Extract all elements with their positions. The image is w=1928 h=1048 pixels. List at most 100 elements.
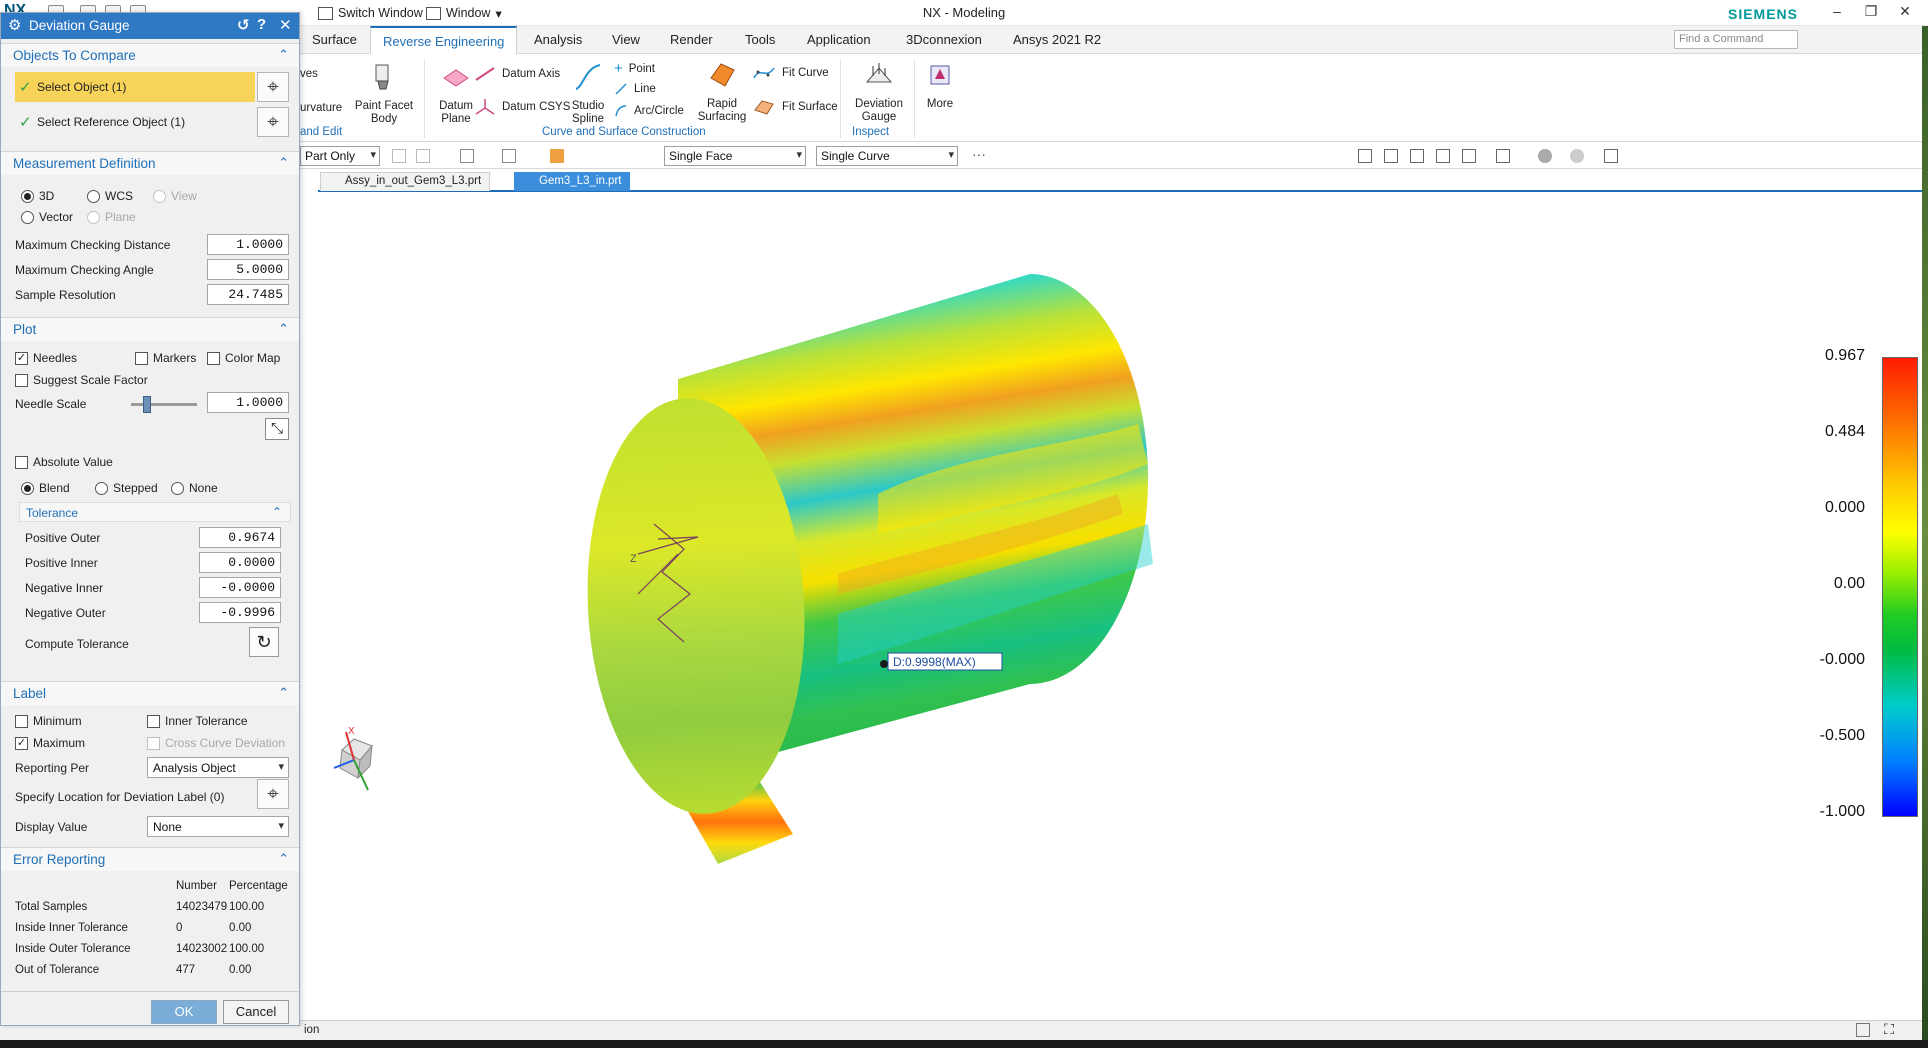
crosshair-icon[interactable]: ⌖ xyxy=(257,107,289,137)
curve-rule-dropdown[interactable]: Single Curve xyxy=(816,146,958,166)
find-command-input[interactable]: Find a Command xyxy=(1674,30,1798,49)
lighting-icon[interactable] xyxy=(1570,149,1584,163)
selection-status-icon[interactable] xyxy=(1856,1023,1870,1037)
shading-icon[interactable] xyxy=(1538,149,1552,163)
section-plot[interactable]: Plot ⌃ xyxy=(1,317,299,341)
close-icon[interactable]: ✕ xyxy=(1890,3,1920,23)
slider-thumb[interactable] xyxy=(142,396,151,413)
select-object-label-box[interactable]: Select Object (1) xyxy=(15,72,255,102)
rapid-surfacing-button[interactable]: Rapid Surfacing xyxy=(694,60,750,124)
display-value-dropdown[interactable]: None xyxy=(147,816,289,837)
select-reference-row[interactable]: Select Reference Object (1) ✓ ⌖ xyxy=(15,107,289,137)
tab-reverse-engineering[interactable]: Reverse Engineering xyxy=(370,26,518,54)
layer-icon[interactable] xyxy=(1604,149,1618,163)
window-menu-button[interactable]: Window ▾ xyxy=(426,3,502,23)
point-button[interactable]: + Point xyxy=(614,60,655,77)
minimum-checkbox[interactable] xyxy=(15,715,28,728)
fit-view-icon[interactable] xyxy=(1358,149,1372,163)
select-filter-icon[interactable] xyxy=(392,149,406,163)
minimize-icon[interactable]: – xyxy=(1822,3,1852,23)
negative-outer-input[interactable]: -0.9996 xyxy=(199,602,281,623)
deviation-gauge-button[interactable]: Deviation Gauge xyxy=(850,60,908,124)
section-measurement-definition[interactable]: Measurement Definition ⌃ xyxy=(1,151,299,175)
radio-blend[interactable] xyxy=(21,482,34,495)
section-objects-to-compare[interactable]: Objects To Compare ⌃ xyxy=(1,43,299,67)
absolute-value-checkbox[interactable] xyxy=(15,456,28,469)
suggest-scale-checkbox[interactable] xyxy=(15,374,28,387)
select-tool-icon[interactable] xyxy=(502,149,516,163)
compute-tolerance-button[interactable]: ↻ xyxy=(249,627,279,657)
curves-command[interactable]: ves xyxy=(300,68,318,80)
needles-checkbox[interactable]: ✓ xyxy=(15,352,28,365)
tab-render[interactable]: Render xyxy=(658,26,725,54)
crosshair-icon[interactable]: ⌖ xyxy=(257,72,289,102)
rotate-icon[interactable] xyxy=(1410,149,1424,163)
more-button[interactable]: More xyxy=(920,60,960,111)
render-style-icon[interactable] xyxy=(1462,149,1476,163)
restore-icon[interactable]: ❐ xyxy=(1856,3,1886,23)
paint-facet-body-button[interactable]: Paint Facet Body xyxy=(352,62,416,126)
tab-view[interactable]: View xyxy=(600,26,652,54)
doc-tab-gem3[interactable]: Gem3_L3_in.prt xyxy=(514,172,631,191)
tab-surface[interactable]: Surface xyxy=(300,26,369,54)
color-map-checkbox[interactable] xyxy=(207,352,220,365)
radio-3d[interactable] xyxy=(21,190,34,203)
tab-application[interactable]: Application xyxy=(795,26,883,54)
select-all-icon[interactable] xyxy=(416,149,430,163)
maximum-checkbox[interactable]: ✓ xyxy=(15,737,28,750)
needle-scale-slider[interactable] xyxy=(131,396,197,413)
radio-none[interactable] xyxy=(171,482,184,495)
section-label[interactable]: Label ⌃ xyxy=(1,681,299,705)
max-angle-input[interactable]: 5.0000 xyxy=(207,259,289,280)
arc-circle-button[interactable]: Arc/Circle xyxy=(614,104,684,118)
sample-resolution-input[interactable]: 24.7485 xyxy=(207,284,289,305)
switch-window-button[interactable]: Switch Window xyxy=(318,3,423,23)
negative-inner-input[interactable]: -0.0000 xyxy=(199,577,281,598)
crosshair-icon[interactable]: ⌖ xyxy=(257,779,289,809)
cancel-button[interactable]: Cancel xyxy=(223,1000,289,1024)
positive-inner-input[interactable]: 0.0000 xyxy=(199,552,281,573)
fit-surface-button[interactable]: Fit Surface xyxy=(752,98,838,116)
datum-csys-button[interactable]: Datum CSYS xyxy=(474,98,570,116)
reset-icon[interactable]: ↺ xyxy=(237,16,250,34)
doc-tab-assy[interactable]: Assy_in_out_Gem3_L3.prt xyxy=(320,172,491,191)
graphics-window[interactable]: Z D:0.9998(MAX) X xyxy=(318,194,1922,1020)
scale-reset-icon[interactable]: ⤡ xyxy=(265,418,289,440)
radio-vector[interactable] xyxy=(21,211,34,224)
help-icon[interactable]: ? xyxy=(257,16,266,33)
zoom-icon[interactable] xyxy=(1384,149,1398,163)
filter-scope-dropdown[interactable]: Part Only xyxy=(300,146,380,166)
reporting-per-dropdown[interactable]: Analysis Object xyxy=(147,757,289,778)
tab-ansys[interactable]: Ansys 2021 R2 xyxy=(1001,26,1113,54)
tab-tools[interactable]: Tools xyxy=(733,26,787,54)
snap-icon[interactable] xyxy=(550,149,564,163)
orient-view-icon[interactable] xyxy=(1436,149,1450,163)
section-error-reporting[interactable]: Error Reporting ⌃ xyxy=(1,847,299,871)
inner-tolerance-checkbox[interactable] xyxy=(147,715,160,728)
radio-wcs[interactable] xyxy=(87,190,100,203)
close-dialog-icon[interactable]: ✕ xyxy=(279,16,292,34)
select-reference-label-box[interactable]: Select Reference Object (1) xyxy=(15,107,255,137)
datum-axis-button[interactable]: Datum Axis xyxy=(474,66,560,82)
select-object-row[interactable]: Select Object (1) ✓ ⌖ xyxy=(15,72,289,102)
gear-icon[interactable]: ⚙ xyxy=(8,16,21,34)
dialog-title-bar[interactable]: ⚙ Deviation Gauge ↺ ? ✕ xyxy=(1,13,299,39)
fit-curve-button[interactable]: Fit Curve xyxy=(752,64,829,82)
face-rule-dropdown[interactable]: Single Face xyxy=(664,146,806,166)
view-triad-icon[interactable] xyxy=(1496,149,1510,163)
max-distance-input[interactable]: 1.0000 xyxy=(207,234,289,255)
select-mode-icon[interactable] xyxy=(460,149,474,163)
positive-outer-input[interactable]: 0.9674 xyxy=(199,527,281,548)
curvature-command[interactable]: urvature xyxy=(300,102,342,114)
studio-spline-button[interactable]: Studio Spline xyxy=(566,62,610,126)
subsection-tolerance[interactable]: Tolerance ⌃ xyxy=(19,502,291,522)
radio-stepped[interactable] xyxy=(95,482,108,495)
more-options-icon[interactable]: ··· xyxy=(972,146,986,162)
line-button[interactable]: Line xyxy=(614,82,656,96)
ok-button[interactable]: OK xyxy=(151,1000,217,1024)
needle-scale-input[interactable]: 1.0000 xyxy=(207,392,289,413)
tab-analysis[interactable]: Analysis xyxy=(522,26,594,54)
markers-checkbox[interactable] xyxy=(135,352,148,365)
fullscreen-icon[interactable]: ⛶ xyxy=(1884,1021,1894,1038)
tab-3dconnexion[interactable]: 3Dconnexion xyxy=(894,26,994,54)
